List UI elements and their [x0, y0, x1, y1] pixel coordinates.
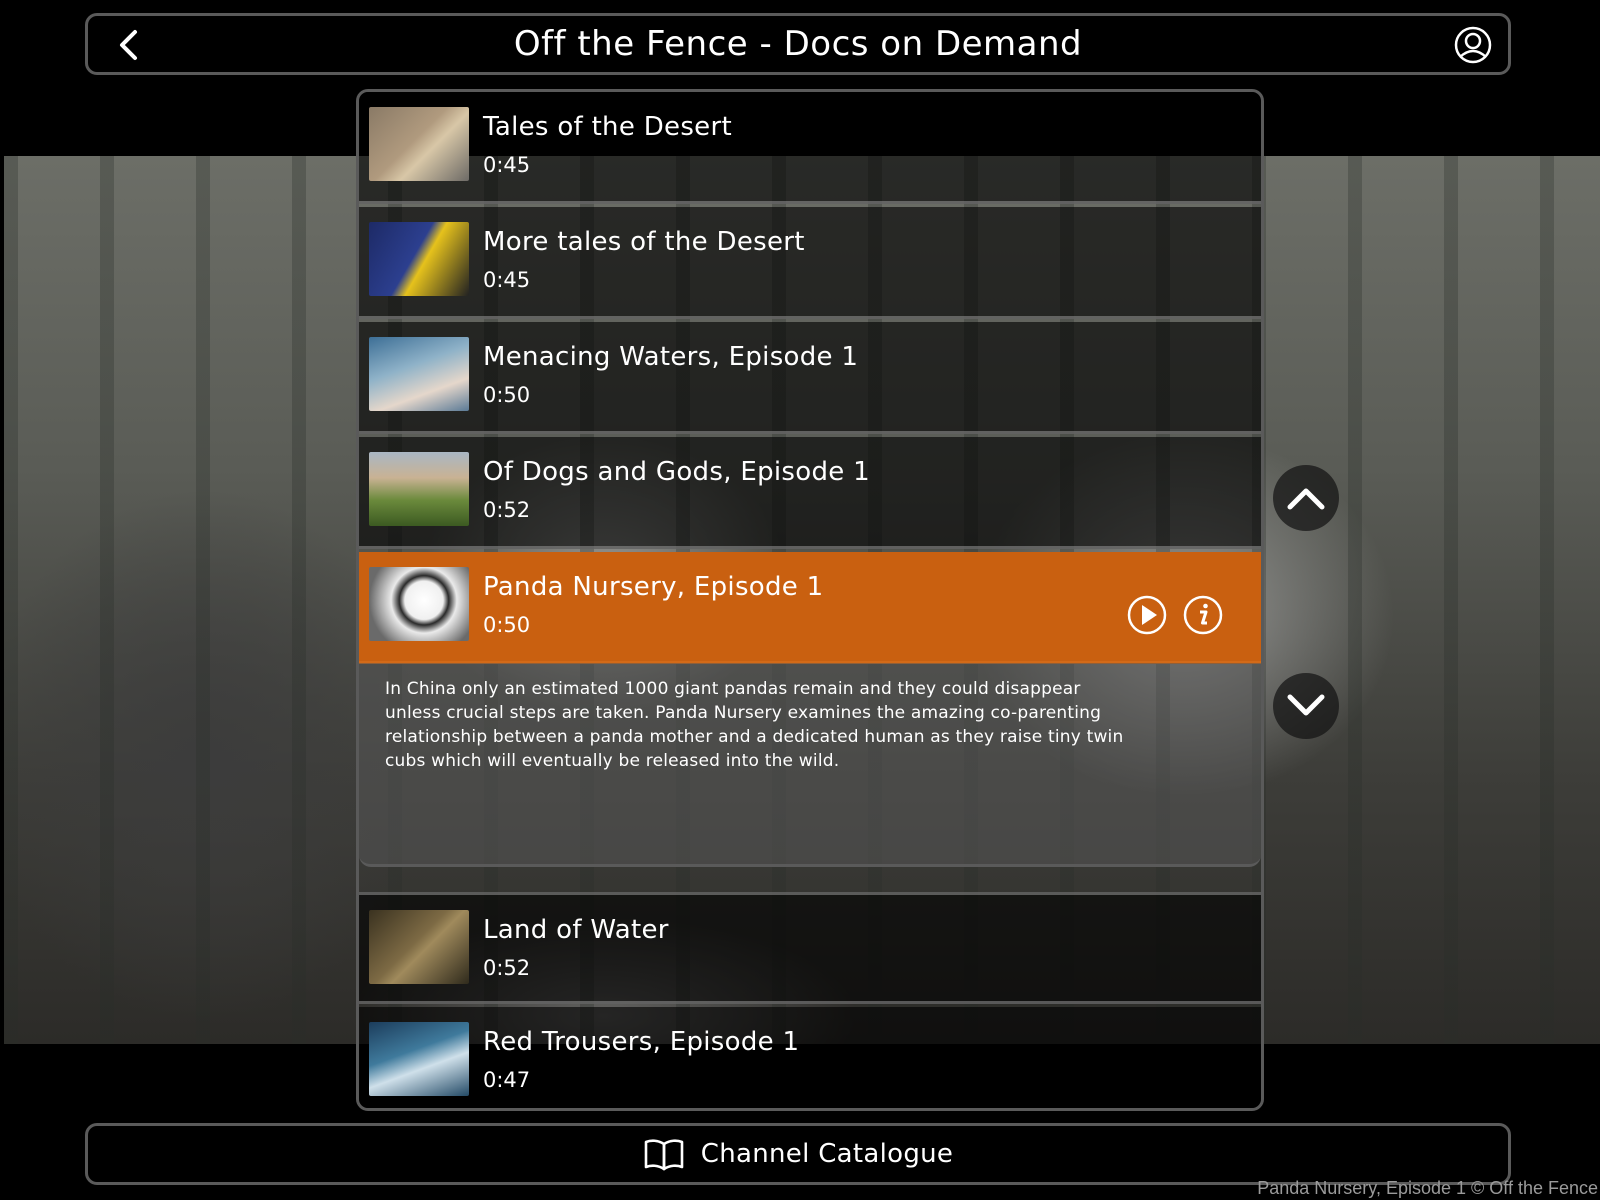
item-duration: 0:50	[483, 613, 531, 637]
scroll-up-button[interactable]	[1273, 465, 1339, 531]
item-title: Panda Nursery, Episode 1	[483, 572, 824, 602]
item-title: Land of Water	[483, 915, 669, 945]
header-bar: Off the Fence - Docs on Demand	[85, 13, 1511, 75]
programme-list: Tales of the Desert 0:45 More tales of t…	[356, 89, 1264, 1111]
item-duration: 0:45	[483, 268, 531, 292]
list-item-selected[interactable]: Panda Nursery, Episode 1 0:50	[359, 552, 1261, 664]
programme-description: In China only an estimated 1000 giant pa…	[385, 679, 1124, 771]
item-duration: 0:47	[483, 1068, 531, 1092]
page-title: Off the Fence - Docs on Demand	[513, 24, 1083, 64]
thumbnail-image	[369, 452, 469, 526]
item-duration: 0:52	[483, 956, 531, 980]
list-item[interactable]: Menacing Waters, Episode 1 0:50	[359, 322, 1261, 434]
item-duration: 0:45	[483, 153, 531, 177]
thumbnail-image	[369, 337, 469, 411]
list-item[interactable]: Land of Water 0:52	[359, 892, 1261, 1004]
item-title: Menacing Waters, Episode 1	[483, 342, 859, 372]
book-icon	[644, 1139, 684, 1171]
user-account-button[interactable]	[1454, 26, 1492, 64]
list-item[interactable]: Red Trousers, Episode 1 0:47	[359, 1007, 1261, 1108]
list-item[interactable]: Of Dogs and Gods, Episode 1 0:52	[359, 437, 1261, 549]
thumbnail-image	[369, 107, 469, 181]
item-duration: 0:50	[483, 383, 531, 407]
programme-description-panel: In China only an estimated 1000 giant pa…	[359, 663, 1261, 867]
play-icon	[1127, 595, 1167, 635]
chevron-down-icon	[1287, 694, 1325, 716]
item-actions	[1127, 595, 1223, 635]
thumbnail-image	[369, 910, 469, 984]
item-duration: 0:52	[483, 498, 531, 522]
user-circle-icon	[1454, 26, 1492, 64]
scroll-down-button[interactable]	[1273, 673, 1339, 739]
info-icon	[1183, 595, 1223, 635]
thumbnail-image	[369, 567, 469, 641]
thumbnail-image	[369, 222, 469, 296]
thumbnail-image	[369, 1022, 469, 1096]
video-credit: Panda Nursery, Episode 1 © Off the Fence	[1257, 1178, 1598, 1198]
footer-label: Channel Catalogue	[700, 1139, 954, 1169]
item-title: Tales of the Desert	[483, 112, 732, 142]
info-button[interactable]	[1183, 595, 1223, 635]
item-title: More tales of the Desert	[483, 227, 805, 257]
item-title: Of Dogs and Gods, Episode 1	[483, 457, 870, 487]
list-item[interactable]: More tales of the Desert 0:45	[359, 207, 1261, 319]
play-button[interactable]	[1127, 595, 1167, 635]
list-item[interactable]: Tales of the Desert 0:45	[359, 92, 1261, 204]
chevron-up-icon	[1287, 488, 1325, 510]
item-title: Red Trousers, Episode 1	[483, 1027, 800, 1057]
